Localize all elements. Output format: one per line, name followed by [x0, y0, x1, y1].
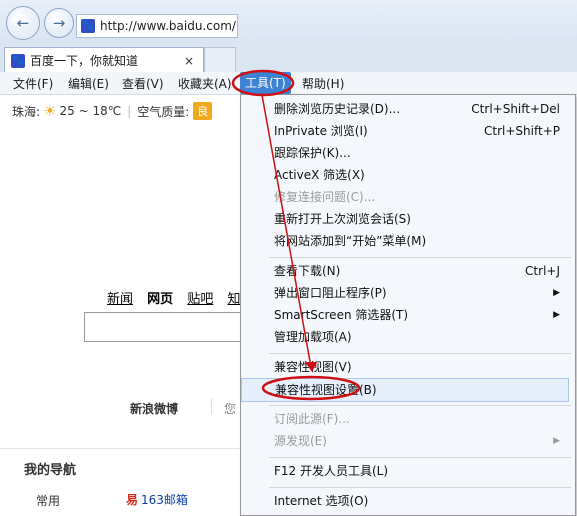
- menu-item-label: 查看下载(N): [274, 264, 341, 278]
- menu-item-f12-devtools[interactable]: F12 开发人员工具(L): [274, 460, 568, 482]
- link-web[interactable]: 网页: [147, 292, 173, 307]
- search-input[interactable]: [84, 312, 246, 342]
- tab-baidu[interactable]: 🐾 百度一下，你就知道 ×: [4, 47, 204, 73]
- new-tab-button[interactable]: [204, 47, 236, 73]
- menu-favorites[interactable]: 收藏夹(A): [178, 75, 232, 92]
- menu-item-compat-view-settings[interactable]: 兼容性视图设置(B): [241, 378, 569, 402]
- menu-item-smartscreen[interactable]: SmartScreen 筛选器(T) ▶: [274, 304, 568, 326]
- menu-separator: [269, 405, 571, 406]
- menu-item-feed-discovery: 源发现(E) ▶: [274, 430, 568, 452]
- menu-item-label: F12 开发人员工具(L): [274, 464, 389, 478]
- menu-item-label: 管理加载项(A): [274, 330, 352, 344]
- menu-item-view-downloads[interactable]: 查看下载(N) Ctrl+J: [274, 260, 568, 282]
- air-quality-badge: 良: [193, 102, 213, 120]
- arrow-left-icon: ←: [16, 14, 30, 32]
- arrow-right-icon: →: [52, 14, 66, 32]
- menu-item-subscribe-feed: 订阅此源(F)...: [274, 408, 568, 430]
- url-field[interactable]: 🐾 http://www.baidu.com/: [76, 14, 238, 38]
- mail-label[interactable]: 163邮箱: [141, 491, 188, 508]
- menu-item-label: 订阅此源(F)...: [274, 412, 350, 426]
- submenu-arrow-icon: ▶: [553, 436, 560, 446]
- divider: [0, 448, 240, 449]
- menu-file[interactable]: 文件(F): [13, 75, 53, 92]
- shortcut-text: Ctrl+J: [525, 264, 560, 278]
- weather-widget: 珠海: ☀ 25 ~ 18℃ | 空气质量: 良: [12, 102, 213, 120]
- menu-item-activex-filter[interactable]: ActiveX 筛选(X): [274, 164, 568, 186]
- tab-title: 百度一下，你就知道: [30, 54, 139, 68]
- menu-edit[interactable]: 编辑(E): [68, 75, 109, 92]
- menu-item-label: 重新打开上次浏览会话(S): [274, 212, 411, 226]
- menu-item-compat-view[interactable]: 兼容性视图(V): [274, 356, 568, 378]
- menu-separator: [269, 487, 571, 488]
- menu-item-label: InPrivate 浏览(I): [274, 124, 368, 138]
- menu-item-label: 兼容性视图设置(B): [275, 383, 377, 397]
- menu-bar: 文件(F) 编辑(E) 查看(V) 收藏夹(A) 工具(T) 帮助(H): [0, 72, 577, 95]
- menu-item-label: SmartScreen 筛选器(T): [274, 308, 409, 322]
- link-zhidao[interactable]: 知: [227, 292, 240, 307]
- menu-item-label: 源发现(E): [274, 434, 327, 448]
- common-label: 常用: [36, 494, 61, 508]
- divider: |: [127, 104, 132, 118]
- shortcut-text: Ctrl+Shift+Del: [471, 102, 560, 116]
- menu-item-label: 跟踪保护(K)...: [274, 146, 351, 160]
- menu-item-reopen-session[interactable]: 重新打开上次浏览会话(S): [274, 208, 568, 230]
- close-icon[interactable]: ×: [181, 54, 197, 68]
- tab-strip: 🐾 百度一下，你就知道 ×: [0, 44, 577, 73]
- menu-item-add-to-start[interactable]: 将网站添加到“开始”菜单(M): [274, 230, 568, 252]
- sun-icon: ☀: [43, 102, 57, 120]
- menu-item-inprivate[interactable]: InPrivate 浏览(I) Ctrl+Shift+P: [274, 120, 568, 142]
- menu-item-label: ActiveX 筛选(X): [274, 168, 365, 182]
- menu-item-label: 修复连接问题(C)...: [274, 190, 376, 204]
- baidu-favicon-icon: 🐾: [81, 19, 95, 33]
- forward-button[interactable]: →: [44, 8, 74, 38]
- menu-item-internet-options[interactable]: Internet 选项(O): [274, 490, 568, 512]
- menu-item-manage-addons[interactable]: 管理加载项(A): [274, 326, 568, 348]
- weibo-more-text: 您: [224, 402, 237, 416]
- baidu-favicon-icon: 🐾: [11, 53, 25, 68]
- menu-tools[interactable]: 工具(T): [240, 72, 291, 94]
- submenu-arrow-icon: ▶: [553, 288, 560, 298]
- link-news[interactable]: 新闻: [107, 292, 133, 307]
- baidu-nav-links: 新闻 网页 贴吧 知: [107, 288, 250, 307]
- weather-temp: 25 ~ 18℃: [59, 104, 122, 118]
- submenu-arrow-icon: ▶: [553, 310, 560, 320]
- link-tieba[interactable]: 贴吧: [187, 292, 213, 307]
- weibo-label[interactable]: 新浪微博: [130, 400, 178, 417]
- address-bar-area: ← → 🐾 http://www.baidu.com/: [0, 0, 577, 44]
- mail-163-link[interactable]: 易 163邮箱: [126, 491, 188, 508]
- menu-separator: [269, 457, 571, 458]
- menu-item-label: 弹出窗口阻止程序(P): [274, 286, 387, 300]
- air-quality-label: 空气质量:: [137, 104, 190, 119]
- menu-item-label: 删除浏览历史记录(D)...: [274, 102, 401, 116]
- url-text[interactable]: http://www.baidu.com/: [100, 19, 236, 33]
- tools-dropdown-menu: 删除浏览历史记录(D)... Ctrl+Shift+Del InPrivate 浏…: [240, 94, 576, 516]
- shortcut-text: Ctrl+Shift+P: [484, 124, 560, 138]
- menu-separator: [269, 257, 571, 258]
- menu-view[interactable]: 查看(V): [122, 75, 164, 92]
- mail-logo-icon: 易: [126, 493, 139, 507]
- weather-city: 珠海:: [12, 104, 41, 119]
- menu-help[interactable]: 帮助(H): [302, 75, 344, 92]
- menu-item-popup-blocker[interactable]: 弹出窗口阻止程序(P) ▶: [274, 282, 568, 304]
- menu-item-label: 兼容性视图(V): [274, 360, 352, 374]
- menu-item-label: 将网站添加到“开始”菜单(M): [274, 234, 427, 248]
- menu-item-tracking-protection[interactable]: 跟踪保护(K)...: [274, 142, 568, 164]
- my-nav-heading: 我的导航: [24, 463, 77, 478]
- menu-item-label: Internet 选项(O): [274, 494, 369, 508]
- divider: [211, 398, 212, 414]
- back-button[interactable]: ←: [6, 6, 40, 40]
- menu-separator: [269, 353, 571, 354]
- menu-item-delete-history[interactable]: 删除浏览历史记录(D)... Ctrl+Shift+Del: [274, 98, 568, 120]
- menu-item-fix-connection: 修复连接问题(C)...: [274, 186, 568, 208]
